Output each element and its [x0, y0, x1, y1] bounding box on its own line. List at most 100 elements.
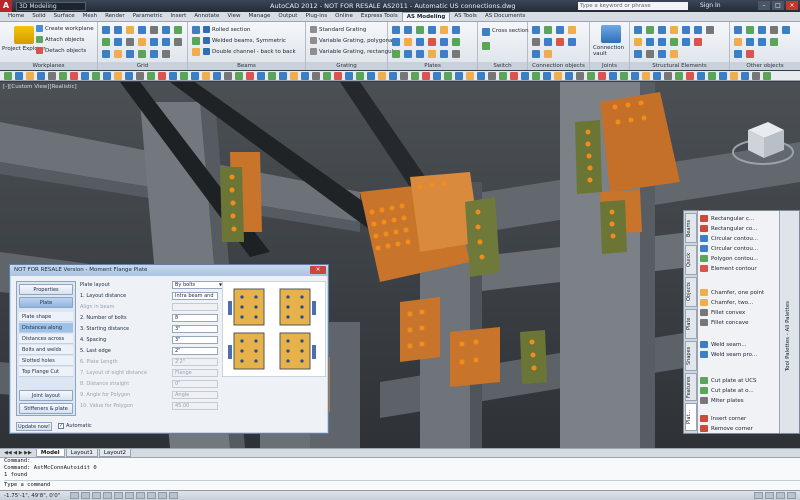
status-tray-icon[interactable] — [754, 492, 763, 499]
view-cube[interactable] — [728, 110, 798, 180]
connection-icon[interactable] — [568, 26, 576, 34]
grid-icon[interactable] — [126, 50, 134, 58]
toolbar-tool-icon[interactable] — [708, 72, 716, 80]
nav-stiffeners-button[interactable]: Stiffeners & plate — [19, 403, 73, 414]
toolbar-tool-icon[interactable] — [4, 72, 12, 80]
plate-icon[interactable] — [404, 38, 412, 46]
grid-icon[interactable] — [102, 26, 110, 34]
palette-tool-item[interactable]: Chamfer, one point — [700, 289, 764, 296]
structural-element-icon[interactable] — [670, 26, 678, 34]
dialog-title-bar[interactable]: NOT FOR RESALE Version - Moment Flange P… — [10, 265, 328, 276]
toolbar-tool-icon[interactable] — [444, 72, 452, 80]
field-input[interactable]: Intra beam and — [172, 292, 218, 300]
palette-tool-item[interactable]: Chamfer, two... — [700, 299, 753, 306]
grid-icon[interactable] — [102, 38, 110, 46]
automatic-checkbox[interactable]: ✓ Automatic — [58, 423, 92, 429]
structural-element-icon[interactable] — [682, 38, 690, 46]
toolbar-tool-icon[interactable] — [136, 72, 144, 80]
grid-icon[interactable] — [174, 38, 182, 46]
toolbar-tool-icon[interactable] — [367, 72, 375, 80]
structural-element-icon[interactable] — [634, 50, 642, 58]
toolbar-tool-icon[interactable] — [356, 72, 364, 80]
grid-icon[interactable] — [138, 26, 146, 34]
tab-surface[interactable]: Surface — [50, 12, 79, 21]
toolbar-tool-icon[interactable] — [543, 72, 551, 80]
toolbar-tool-icon[interactable] — [169, 72, 177, 80]
beam-icon[interactable] — [192, 48, 200, 56]
plate-icon[interactable] — [428, 26, 436, 34]
connection-icon[interactable] — [532, 50, 540, 58]
tab-express-tools[interactable]: Express Tools — [357, 12, 402, 21]
nav-joint-layout-button[interactable]: Joint layout — [19, 390, 73, 401]
toolbar-tool-icon[interactable] — [433, 72, 441, 80]
toolbar-tool-icon[interactable] — [81, 72, 89, 80]
search-input[interactable]: Type a keyword or phrase — [578, 2, 688, 10]
palette-tab[interactable]: Quick — [685, 245, 697, 275]
tab-online[interactable]: Online — [331, 12, 357, 21]
tab-mesh[interactable]: Mesh — [79, 12, 101, 21]
layout-nav-icon[interactable]: ◀◀ ◀ ▶ ▶▶ — [4, 450, 32, 456]
toolbar-tool-icon[interactable] — [422, 72, 430, 80]
toolbar-tool-icon[interactable] — [15, 72, 23, 80]
standard-grating-button[interactable]: Standard Grating — [310, 26, 366, 33]
grid-icon[interactable] — [102, 50, 110, 58]
structural-element-icon[interactable] — [658, 38, 666, 46]
dialog-close-button[interactable]: × — [310, 266, 326, 274]
create-workplane-button[interactable]: Create workplane — [36, 25, 94, 32]
command-input[interactable]: Type a command — [4, 480, 800, 488]
grid-icon[interactable] — [114, 38, 122, 46]
beam-icon[interactable] — [192, 26, 200, 34]
layout-tab-layout1[interactable]: Layout1 — [65, 449, 98, 457]
status-toggle[interactable] — [158, 492, 168, 499]
other-object-icon[interactable] — [770, 26, 778, 34]
toolbar-tool-icon[interactable] — [477, 72, 485, 80]
toolbar-tool-icon[interactable] — [686, 72, 694, 80]
structural-element-icon[interactable] — [634, 26, 642, 34]
toolbar-tool-icon[interactable] — [697, 72, 705, 80]
nav-item[interactable]: Distances across — [19, 334, 73, 344]
palette-tool-item[interactable]: Fillet concave — [700, 319, 749, 326]
other-object-icon[interactable] — [746, 26, 754, 34]
switch-icon[interactable] — [482, 42, 490, 50]
welded-beams-button[interactable]: Welded beams, Symmetric — [203, 37, 286, 44]
palette-tool-item[interactable]: Fillet convex — [700, 309, 745, 316]
tab-insert[interactable]: Insert — [166, 12, 190, 21]
plate-icon[interactable] — [416, 50, 424, 58]
toolbar-tool-icon[interactable] — [631, 72, 639, 80]
structural-element-icon[interactable] — [694, 26, 702, 34]
status-toggle[interactable] — [81, 492, 91, 499]
plate-icon[interactable] — [452, 50, 460, 58]
connection-icon[interactable] — [568, 38, 576, 46]
toolbar-tool-icon[interactable] — [312, 72, 320, 80]
palette-tab[interactable]: Features — [685, 373, 697, 401]
connection-icon[interactable] — [544, 38, 552, 46]
plate-icon[interactable] — [440, 26, 448, 34]
plate-icon[interactable] — [404, 50, 412, 58]
toolbar-tool-icon[interactable] — [158, 72, 166, 80]
grid-icon[interactable] — [150, 38, 158, 46]
structural-element-icon[interactable] — [646, 38, 654, 46]
connection-icon[interactable] — [556, 38, 564, 46]
plate-icon[interactable] — [392, 50, 400, 58]
toolbar-tool-icon[interactable] — [290, 72, 298, 80]
palette-tool-item[interactable]: Weld seam pro... — [700, 351, 757, 358]
toolbar-tool-icon[interactable] — [59, 72, 67, 80]
field-input[interactable]: 3" — [172, 325, 218, 333]
toolbar-tool-icon[interactable] — [301, 72, 309, 80]
viewport-label[interactable]: [-][Custom View][Realistic] — [3, 84, 77, 90]
palette-tab[interactable]: Beams — [685, 213, 697, 243]
double-channel-button[interactable]: Double channel - back to back — [203, 48, 296, 55]
palette-tool-item[interactable]: Element contour — [700, 265, 757, 272]
maximize-button[interactable]: □ — [772, 1, 784, 10]
other-object-icon[interactable] — [734, 26, 742, 34]
connection-icon[interactable] — [532, 26, 540, 34]
status-toggle[interactable] — [103, 492, 113, 499]
toolbar-tool-icon[interactable] — [510, 72, 518, 80]
plate-icon[interactable] — [416, 26, 424, 34]
other-object-icon[interactable] — [782, 26, 790, 34]
toolbar-tool-icon[interactable] — [268, 72, 276, 80]
toolbar-tool-icon[interactable] — [521, 72, 529, 80]
minimize-button[interactable]: – — [758, 1, 770, 10]
tab-as-documents[interactable]: AS Documents — [481, 12, 529, 21]
structural-element-icon[interactable] — [646, 26, 654, 34]
